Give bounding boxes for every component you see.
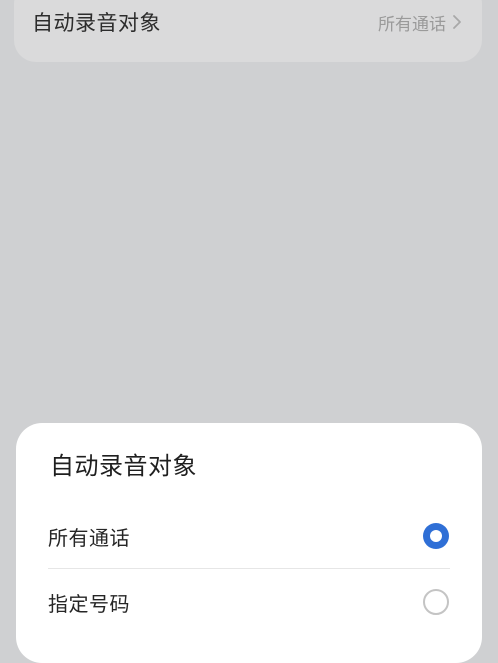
option-specific-numbers-label: 指定号码 — [48, 591, 130, 616]
option-all-calls-label: 所有通话 — [48, 525, 130, 550]
auto-record-target-label: 自动录音对象 — [32, 11, 161, 35]
auto-record-target-value-group: 所有通话 — [378, 10, 464, 35]
divider — [48, 568, 450, 569]
auto-record-target-value: 所有通话 — [378, 14, 446, 35]
auto-record-target-sheet: 自动录音对象 所有通话 指定号码 — [16, 423, 482, 663]
chevron-right-icon — [453, 15, 461, 29]
option-all-calls[interactable]: 所有通话 — [48, 508, 450, 564]
radio-selected-icon[interactable] — [422, 522, 450, 550]
sheet-title: 自动录音对象 — [50, 452, 197, 480]
background-settings-card: 自动录音对象 所有通话 — [14, 0, 482, 62]
radio-unselected-icon[interactable] — [422, 588, 450, 616]
option-specific-numbers[interactable]: 指定号码 — [48, 574, 450, 630]
auto-record-target-row[interactable]: 自动录音对象 所有通话 — [32, 0, 464, 44]
